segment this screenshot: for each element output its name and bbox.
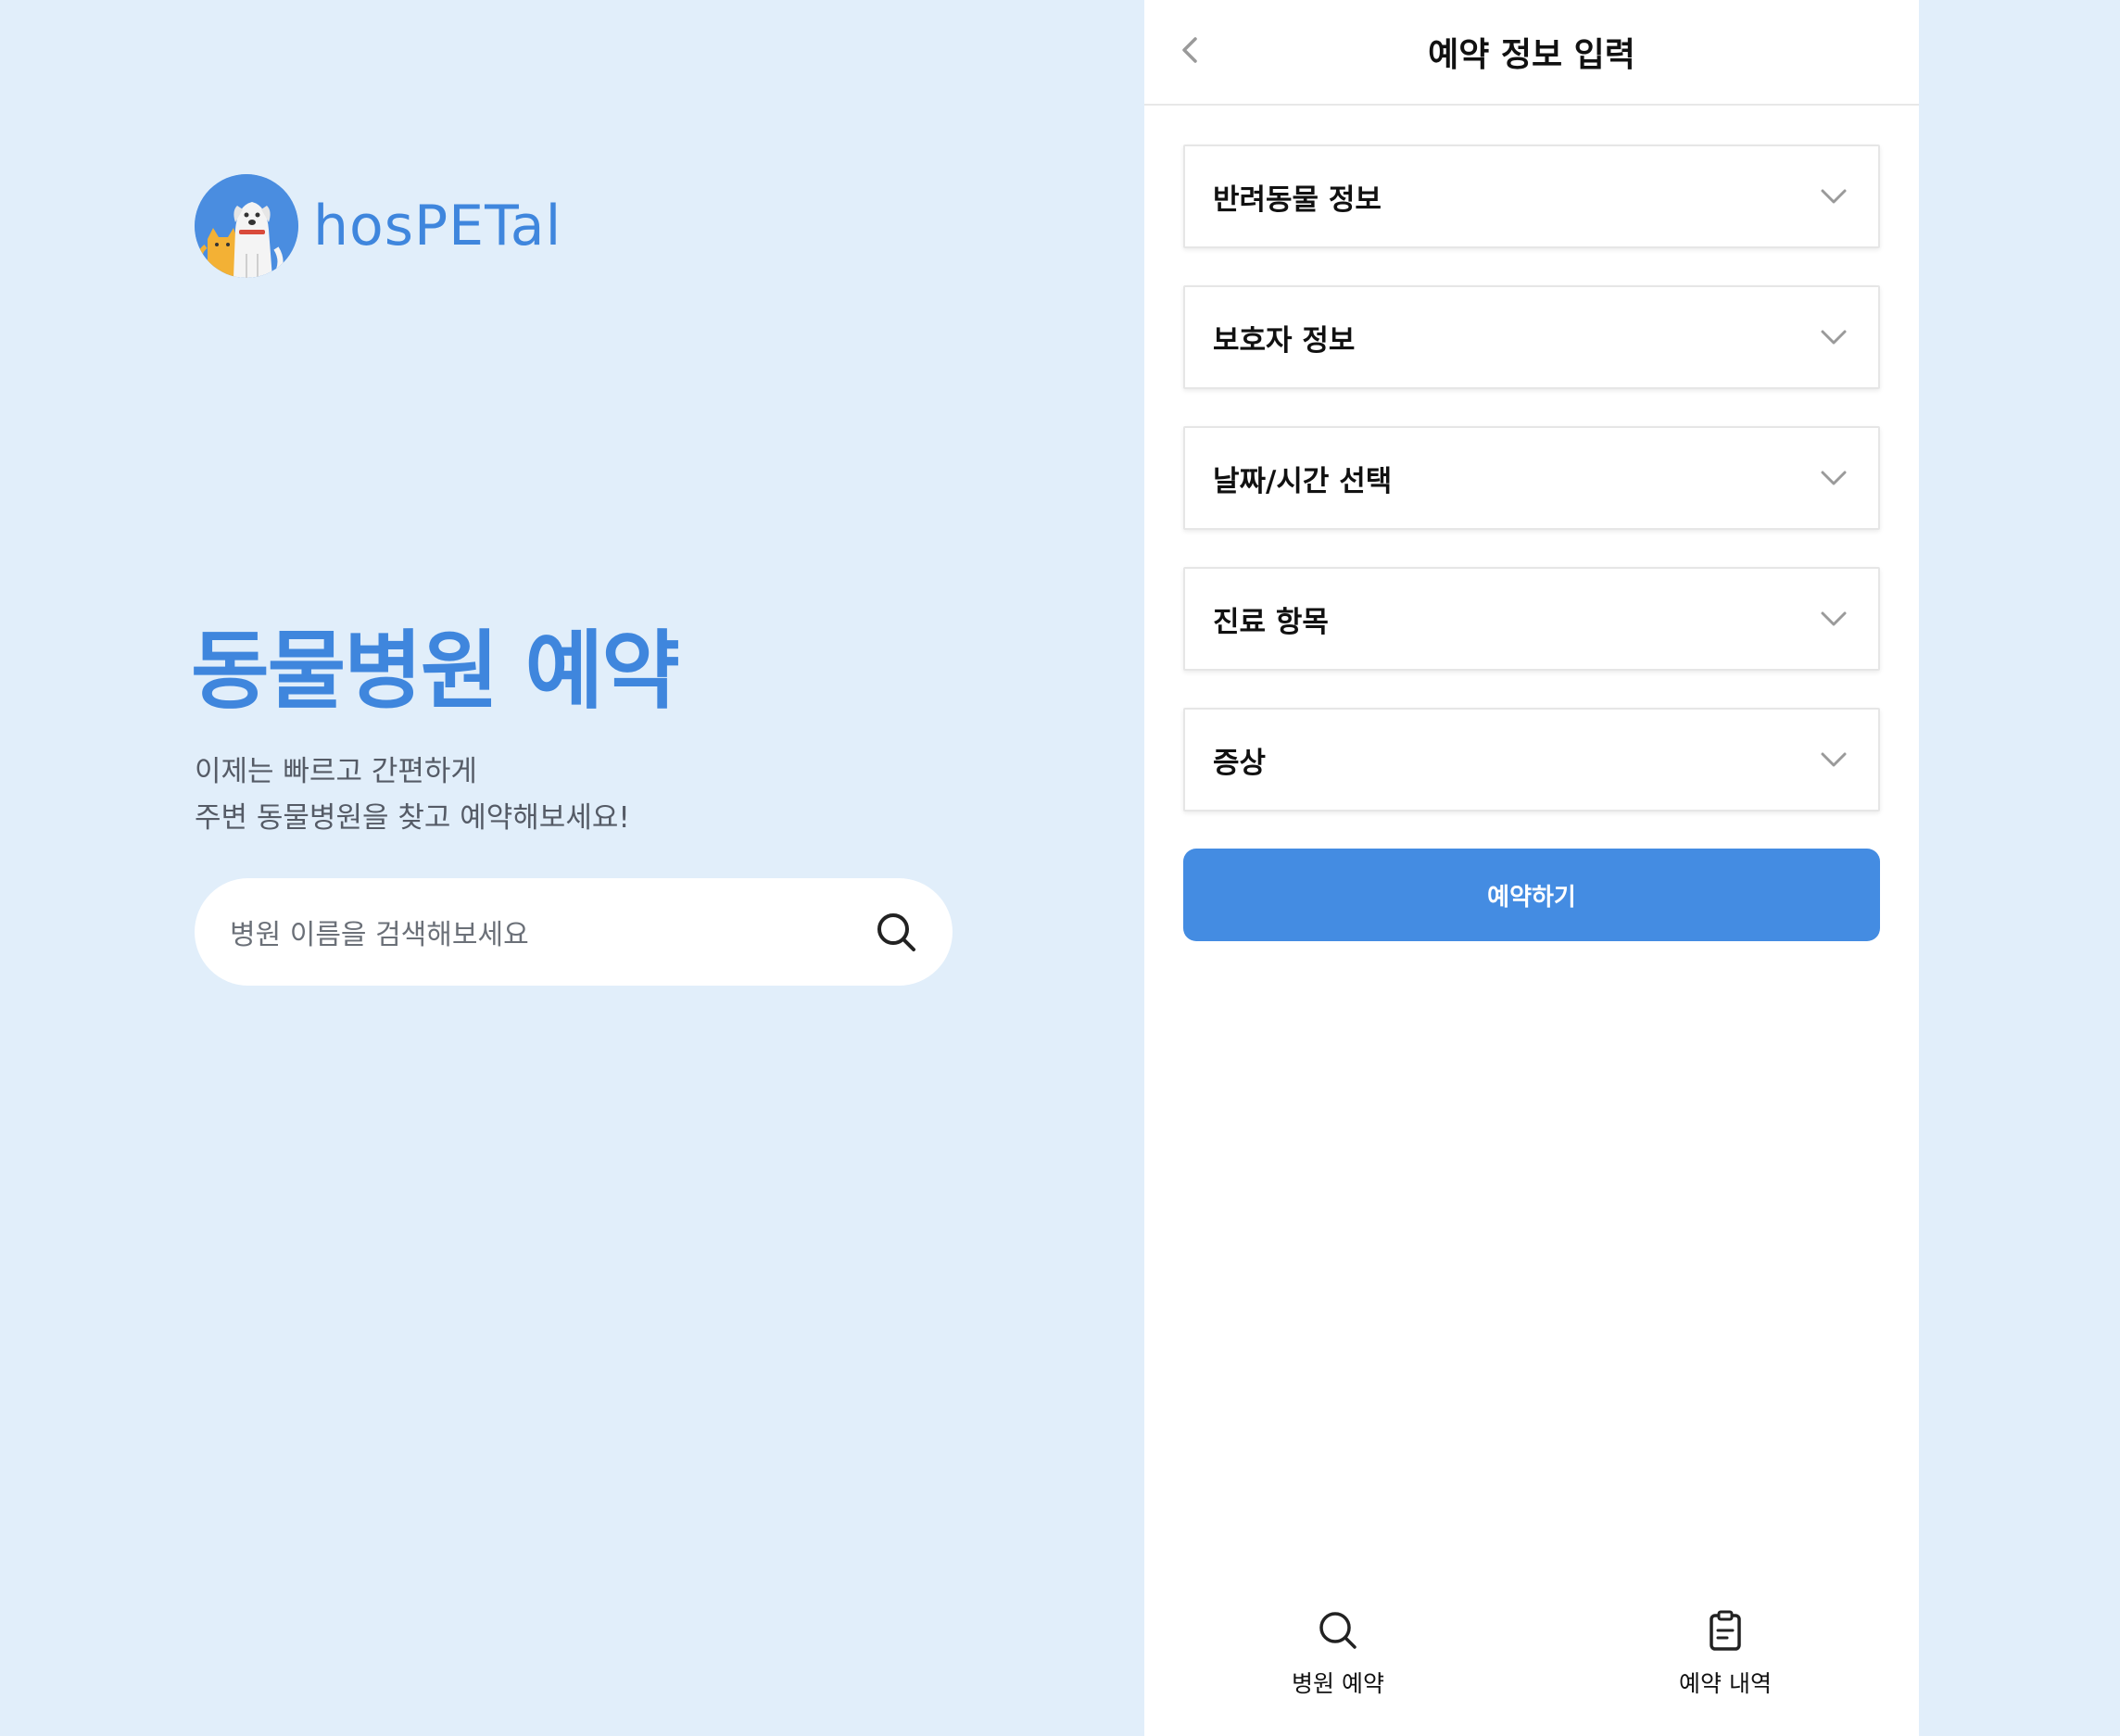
chevron-down-icon[interactable] — [1817, 602, 1850, 635]
tab-label: 예약 내역 — [1679, 1670, 1772, 1697]
chevron-down-icon[interactable] — [1817, 461, 1850, 495]
section-pet-info[interactable]: 반려동물 정보 — [1183, 145, 1880, 248]
search-icon[interactable] — [875, 911, 917, 953]
panel-title: 예약 정보 입력 — [1428, 36, 1635, 74]
hero-subtitle-line2: 주변 동물병원을 찾고 예약해보세요! — [195, 801, 630, 835]
section-symptoms[interactable]: 증상 — [1183, 708, 1880, 811]
hero-title: 동물병원 예약 — [191, 622, 680, 721]
tab-hospital-reservation[interactable]: 병원 예약 — [1144, 1597, 1532, 1736]
section-label: 반려동물 정보 — [1213, 182, 1382, 217]
logo-text: hosPETal — [313, 194, 562, 258]
chevron-down-icon[interactable] — [1817, 180, 1850, 213]
search-input[interactable]: 병원 이름을 검색해보세요 — [230, 912, 875, 952]
panel-header: 예약 정보 입력 — [1144, 0, 1919, 106]
page: hosPETal 동물병원 예약 이제는 빠르고 간편하게 주변 동물병원을 찾… — [0, 0, 2120, 1736]
section-guardian-info[interactable]: 보호자 정보 — [1183, 285, 1880, 389]
hero-subtitle: 이제는 빠르고 간편하게 주변 동물병원을 찾고 예약해보세요! — [195, 748, 630, 841]
tab-label: 병원 예약 — [1292, 1670, 1384, 1697]
logo[interactable]: hosPETal — [195, 174, 562, 278]
tab-reservation-history[interactable]: 예약 내역 — [1532, 1597, 1919, 1736]
chevron-down-icon[interactable] — [1817, 321, 1850, 354]
section-treatment-items[interactable]: 진료 항목 — [1183, 567, 1880, 671]
section-label: 증상 — [1213, 746, 1267, 780]
section-label: 진료 항목 — [1213, 605, 1329, 639]
hero-subtitle-line1: 이제는 빠르고 간편하게 — [195, 755, 477, 788]
chevron-down-icon[interactable] — [1817, 743, 1850, 776]
bottom-tabbar: 병원 예약 예약 내역 — [1144, 1597, 1919, 1736]
section-date-time[interactable]: 날짜/시간 선택 — [1183, 426, 1880, 530]
section-label: 보호자 정보 — [1213, 323, 1356, 358]
clipboard-icon — [1703, 1608, 1748, 1653]
search-icon — [1316, 1608, 1360, 1653]
reservation-panel: 예약 정보 입력 반려동물 정보 보호자 정보 날짜/시간 선택 진료 항목 증… — [1144, 0, 1919, 1736]
logo-dog-cat-icon — [195, 174, 298, 278]
accordion-list: 반려동물 정보 보호자 정보 날짜/시간 선택 진료 항목 증상 — [1144, 106, 1919, 811]
reserve-button[interactable]: 예약하기 — [1183, 849, 1880, 941]
hospital-search-box[interactable]: 병원 이름을 검색해보세요 — [195, 878, 953, 986]
section-label: 날짜/시간 선택 — [1213, 464, 1393, 498]
chevron-left-icon[interactable] — [1172, 31, 1209, 69]
